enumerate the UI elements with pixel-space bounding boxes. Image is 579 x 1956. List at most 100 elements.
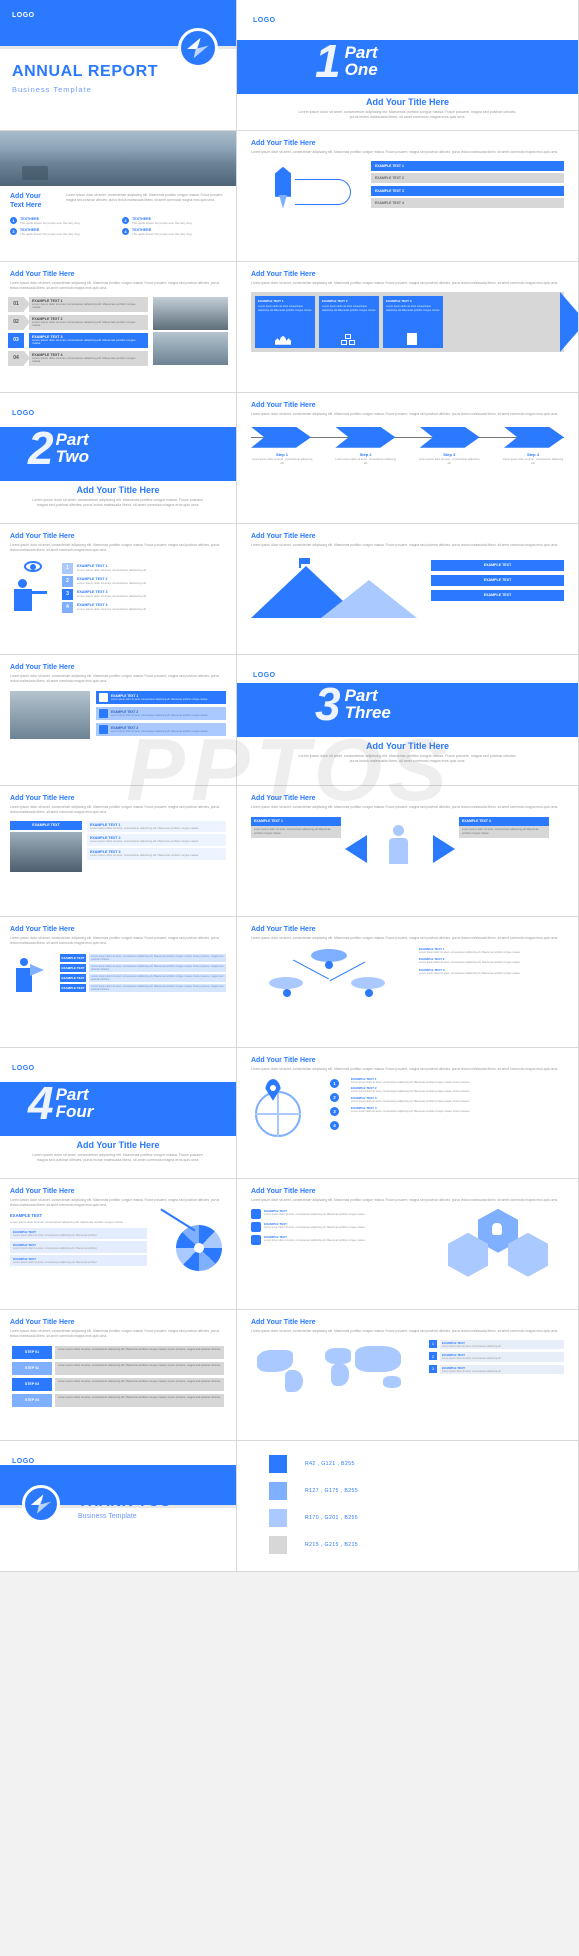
card-row[interactable]: EXAMPLE TEXT 4 <box>371 198 564 209</box>
slide-thank-you[interactable]: LOGO THANK YOU Business Template <box>0 1441 237 1572</box>
slide-part-two[interactable]: LOGO 2 Part Two Add Your Title Here Lore… <box>0 393 237 524</box>
table-row[interactable]: EXAMPLE TEXT Lorem ipsum dolor sit amet,… <box>251 1234 436 1245</box>
slide-network[interactable]: Add Your Title Here Lorem ipsum dolor si… <box>237 917 579 1048</box>
table-row[interactable]: 02 EXAMPLE TEXT 2 Lorem ipsum dolor sit … <box>8 314 148 330</box>
table-row[interactable]: EXAMPLE TEXT Lorem ipsum dolor sit amet,… <box>10 1241 147 1253</box>
table-row[interactable]: EXAMPLE TEXT 3 Lorem ipsum dolor sit ame… <box>87 848 226 861</box>
list-item[interactable]: 4 EXAMPLE TEXT 4 Lorem ipsum dolor sit a… <box>62 601 226 613</box>
table-row[interactable]: 2 EXAMPLE TEXT Lorem ipsum dolor sit ame… <box>429 1352 564 1362</box>
table-row[interactable]: STEP 03 Lorem ipsum dolor sit amet, cons… <box>12 1377 224 1391</box>
slide-step-table[interactable]: Add Your Title Here Lorem ipsum dolor si… <box>0 1310 237 1441</box>
table-row[interactable]: EXAMPLE TEXT Lorem ipsum dolor sit amet,… <box>251 1208 436 1219</box>
slide-city-rows[interactable]: Add Your Title Here Lorem ipsum dolor si… <box>0 786 237 917</box>
network-illustration <box>251 947 411 1003</box>
table-row[interactable]: EXAMPLE TEXT 1 Lorem ipsum dolor sit ame… <box>87 820 226 833</box>
list-item[interactable]: 2 TEXTHERE The quick brown fox jumps ove… <box>122 216 226 225</box>
list-item[interactable]: 1 EXAMPLE TEXT 1 Lorem ipsum dolor sit a… <box>62 562 226 574</box>
slide-world-map[interactable]: Add Your Title Here Lorem ipsum dolor si… <box>237 1310 579 1441</box>
logo-text: LOGO <box>12 1065 35 1072</box>
table-row[interactable]: EXAMPLE TEXT Lorem ipsum dolor sit amet,… <box>60 963 226 972</box>
table-row[interactable]: EXAMPLE TEXT 2 Lorem ipsum dolor sit ame… <box>87 834 226 847</box>
chevron-step[interactable] <box>419 426 480 448</box>
slide-hexagons[interactable]: Add Your Title Here Lorem ipsum dolor si… <box>237 1179 579 1310</box>
chevron-step[interactable] <box>503 426 564 448</box>
row-desc: Lorem ipsum dolor sit amet, consectetuer… <box>419 972 521 976</box>
card[interactable]: EXAMPLE TEXT 2 Lorem ipsum dolor sit ame… <box>319 295 379 348</box>
list-item[interactable]: 1 TEXTHERE The quick brown fox jumps ove… <box>10 216 114 225</box>
chevron-step[interactable] <box>335 426 396 448</box>
table-row[interactable]: EXAMPLE TEXT Lorem ipsum dolor sit amet,… <box>60 983 226 992</box>
left-panel[interactable]: EXAMPLE TEXT 1 Lorem ipsum dolor sit ame… <box>251 816 341 838</box>
slide-photo-cards[interactable]: Add Your Title Here Lorem ipsum dolor si… <box>0 655 237 786</box>
table-row[interactable]: EXAMPLE TEXT Lorem ipsum dolor sit amet,… <box>60 953 226 962</box>
row-desc: Lorem ipsum dolor sit amet, consectetuer… <box>264 1212 366 1216</box>
table-row[interactable]: EXAMPLE TEXT Lorem ipsum dolor sit amet,… <box>60 973 226 982</box>
row-desc: Lorem ipsum dolor sit amet, consectetuer… <box>351 1109 471 1113</box>
slide-globe-pins[interactable]: Add Your Title Here Lorem ipsum dolor si… <box>237 1048 579 1179</box>
slide-eye-numbered-list[interactable]: Add Your Title Here Lorem ipsum dolor si… <box>0 524 237 655</box>
card-row[interactable]: EXAMPLE TEXT 3 Lorem ipsum dolor sit ame… <box>96 722 226 736</box>
card-row[interactable]: EXAMPLE TEXT 3 <box>371 185 564 196</box>
slide-part-three[interactable]: LOGO 3 Part Three Add Your Title Here Lo… <box>237 655 579 786</box>
card[interactable]: EXAMPLE TEXT 3 Lorem ipsum dolor sit ame… <box>383 295 443 348</box>
table-row[interactable]: EXAMPLE TEXT 2 Lorem ipsum dolor sit ame… <box>419 957 564 965</box>
list-item[interactable]: 3 TEXTHERE The quick brown fox jumps ove… <box>10 227 114 236</box>
hexagon-cluster <box>444 1208 564 1277</box>
table-row[interactable]: EXAMPLE TEXT Lorem ipsum dolor sit amet,… <box>10 1227 147 1240</box>
table-row[interactable]: EXAMPLE TEXT 1 Lorem ipsum dolor sit ame… <box>351 1077 564 1085</box>
example-button[interactable]: EXAMPLE TEXT <box>431 559 564 571</box>
slide-person-arrows[interactable]: Add Your Title Here Lorem ipsum dolor si… <box>237 786 579 917</box>
slide-part-four[interactable]: LOGO 4 Part Four Add Your Title Here Lor… <box>0 1048 237 1179</box>
card-row[interactable]: EXAMPLE TEXT 2 Lorem ipsum dolor sit ame… <box>96 706 226 720</box>
table-row[interactable]: EXAMPLE TEXT 1 Lorem ipsum dolor sit ame… <box>419 947 564 955</box>
item-desc: The quick brown fox jumps over the lazy … <box>20 231 81 236</box>
example-button[interactable]: EXAMPLE TEXT <box>431 574 564 586</box>
template-preview-sheet: PPTOS LOGO ANNUAL REPORT Business Templa… <box>0 0 579 1956</box>
slide-part-one[interactable]: LOGO 1 Part One Add Your Title Here Lore… <box>237 0 579 131</box>
table-row[interactable]: STEP 01 Lorem ipsum dolor sit amet, cons… <box>12 1345 224 1359</box>
example-button[interactable]: EXAMPLE TEXT <box>431 589 564 601</box>
step-desc: Lorem ipsum dolor sit amet, consectetuer… <box>55 1361 224 1375</box>
slide-title: Add Your Title Here <box>251 1057 316 1064</box>
slide-step-chevrons[interactable]: Add Your Title Here Lorem ipsum dolor si… <box>237 393 579 524</box>
slide-pen-cards[interactable]: Add Your Title Here Lorem ipsum dolor si… <box>237 131 579 262</box>
row-desc: Lorem ipsum dolor sit amet, consectetuer… <box>264 1225 366 1229</box>
table-row[interactable]: EXAMPLE TEXT 2 Lorem ipsum dolor sit ame… <box>351 1086 564 1094</box>
right-panel[interactable]: EXAMPLE TEXT 3 Lorem ipsum dolor sit ame… <box>459 816 549 838</box>
slide-numbered-arrow-rows[interactable]: Add Your Title Here Lorem ipsum dolor si… <box>0 262 237 393</box>
list-item[interactable]: 2 EXAMPLE TEXT 2 Lorem ipsum dolor sit a… <box>62 575 226 587</box>
slide-mountain-buttons[interactable]: Add Your Title Here Lorem ipsum dolor si… <box>237 524 579 655</box>
slide-color-palette[interactable]: R42 , G121 , B255 R127 , G175 , B255 R17… <box>237 1441 579 1572</box>
table-row[interactable]: STEP 02 Lorem ipsum dolor sit amet, cons… <box>12 1361 224 1375</box>
table-row[interactable]: EXAMPLE TEXT Lorem ipsum dolor sit amet,… <box>251 1221 436 1232</box>
card[interactable]: EXAMPLE TEXT 1 Lorem ipsum dolor sit ame… <box>255 295 315 348</box>
example-button[interactable]: EXAMPLE TEXT <box>10 820 82 830</box>
table-row[interactable]: 1 EXAMPLE TEXT Lorem ipsum dolor sit ame… <box>429 1339 564 1350</box>
table-row[interactable]: EXAMPLE TEXT 3 Lorem ipsum dolor sit ame… <box>419 968 564 976</box>
table-row[interactable]: EXAMPLE TEXT 3 Lorem ipsum dolor sit ame… <box>351 1096 564 1104</box>
step-label: STEP 01 <box>12 1345 52 1359</box>
table-row[interactable]: 3 EXAMPLE TEXT Lorem ipsum dolor sit ame… <box>429 1364 564 1375</box>
table-row[interactable]: EXAMPLE TEXT 4 Lorem ipsum dolor sit ame… <box>351 1106 564 1114</box>
slide-three-cards-arrow[interactable]: Add Your Title Here Lorem ipsum dolor si… <box>237 262 579 393</box>
table-row[interactable]: STEP 04 Lorem ipsum dolor sit amet, cons… <box>12 1393 224 1407</box>
table-row[interactable]: EXAMPLE TEXT Lorem ipsum dolor sit amet,… <box>10 1254 147 1267</box>
card-row[interactable]: EXAMPLE TEXT 2 <box>371 173 564 184</box>
list-item[interactable]: 3 EXAMPLE TEXT 3 Lorem ipsum dolor sit a… <box>62 588 226 600</box>
table-row[interactable]: 01 EXAMPLE TEXT 1 Lorem ipsum dolor sit … <box>8 296 148 312</box>
chevron-step[interactable] <box>251 426 311 448</box>
slide-megaphone[interactable]: Add Your Title Here Lorem ipsum dolor si… <box>0 917 237 1048</box>
slide-cover[interactable]: LOGO ANNUAL REPORT Business Template <box>0 0 237 131</box>
panel-desc: Lorem ipsum dolor sit amet, consectetuer… <box>251 825 341 838</box>
section-sub: Lorem ipsum dolor sit amet, consectetuer… <box>10 1219 124 1224</box>
slide-title: Add Your Title Here <box>10 664 75 671</box>
slide-photo-numbered-list[interactable]: Add Your Text Here Lorem ipsum dolor sit… <box>0 131 237 262</box>
table-row-active[interactable]: 03 EXAMPLE TEXT 3 Lorem ipsum dolor sit … <box>8 332 148 348</box>
card-row[interactable]: EXAMPLE TEXT 1 Lorem ipsum dolor sit ame… <box>96 690 226 704</box>
card-row[interactable]: EXAMPLE TEXT 1 <box>371 160 564 171</box>
table-row[interactable]: 04 EXAMPLE TEXT 4 Lorem ipsum dolor sit … <box>8 350 148 366</box>
slide-dart[interactable]: Add Your Title Here Lorem ipsum dolor si… <box>0 1179 237 1310</box>
slide-body-text: Lorem ipsum dolor sit amet, consectetuer… <box>66 193 224 202</box>
page-subtitle: Business Template <box>12 85 92 94</box>
list-item[interactable]: 4 TEXTHERE The quick brown fox jumps ove… <box>122 227 226 236</box>
